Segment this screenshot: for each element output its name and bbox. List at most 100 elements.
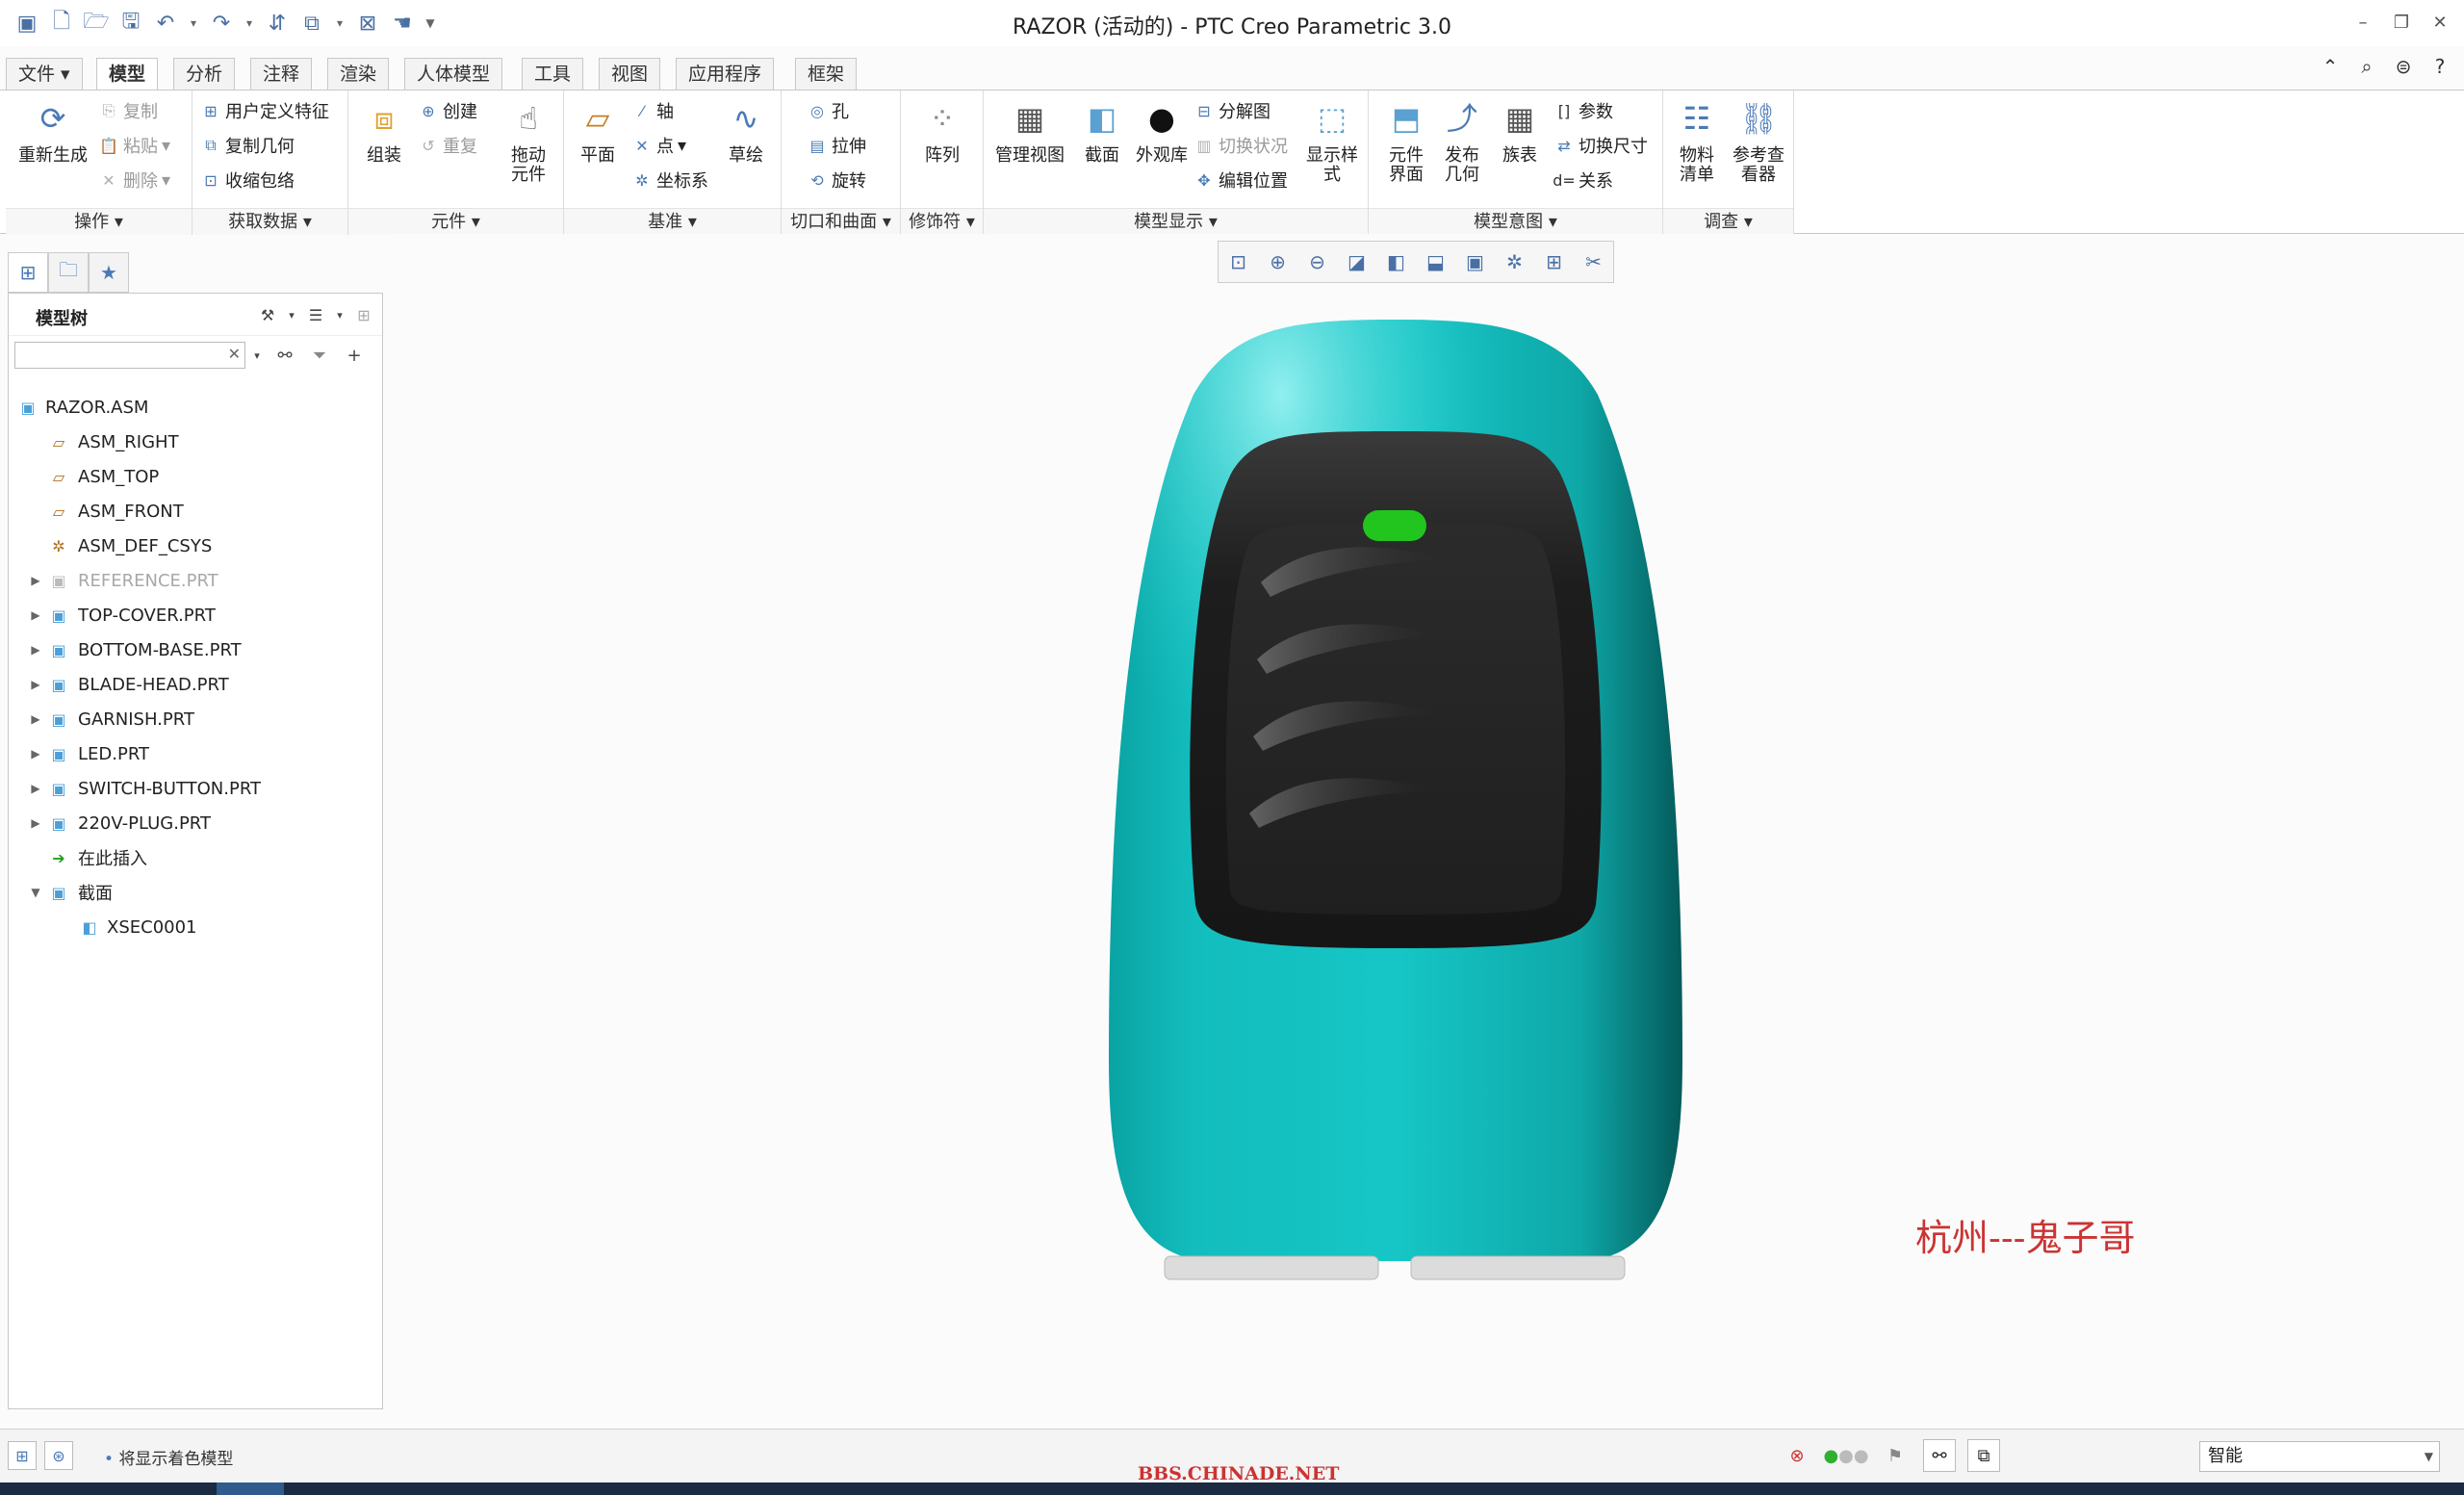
annotation-display-icon[interactable]: ✂ bbox=[1574, 242, 1613, 282]
show-icon[interactable]: ☰ bbox=[303, 301, 328, 328]
group-label-modifiers[interactable]: 修饰符 ▾ bbox=[901, 208, 983, 235]
tab-framework[interactable]: 框架 bbox=[795, 58, 858, 90]
group-label-investigate[interactable]: 调查 ▾ bbox=[1663, 208, 1793, 235]
tree-node-asm[interactable]: ▣ RAZOR.ASM bbox=[9, 390, 382, 425]
reference-viewer-button[interactable]: ⛓ 参考查看器 bbox=[1725, 96, 1792, 185]
axis-button[interactable]: ⁄ 轴 bbox=[631, 98, 674, 123]
relations-button[interactable]: d= 关系 bbox=[1553, 168, 1613, 193]
revolve-button[interactable]: ⟲ 旋转 bbox=[807, 168, 866, 193]
group-label-operations[interactable]: 操作 ▾ bbox=[6, 208, 192, 235]
drag-components-button[interactable]: ☝ 拖动元件 bbox=[495, 96, 562, 185]
show-dropdown-icon[interactable]: ▾ bbox=[334, 301, 346, 328]
extrude-button[interactable]: ▤ 拉伸 bbox=[807, 133, 866, 158]
appearance-gallery-button[interactable]: ● 外观库 bbox=[1128, 96, 1195, 166]
paste-button[interactable]: 📋 粘贴 ▾ bbox=[98, 133, 170, 158]
udf-button[interactable]: ⊞ 用户定义特征 bbox=[200, 98, 329, 123]
tree-node-part[interactable]: ▶ ▣ GARNISH.PRT bbox=[9, 702, 382, 736]
copy-geometry-button[interactable]: ⧉ 复制几何 bbox=[200, 133, 295, 158]
tree-settings-icon[interactable]: ⚒ bbox=[255, 301, 280, 328]
collapse-ribbon-icon[interactable]: ⌃ bbox=[2316, 52, 2345, 81]
tree-node-insert-here[interactable]: ➔ 在此插入 bbox=[9, 840, 382, 875]
point-button[interactable]: ✕ 点 ▾ bbox=[631, 133, 686, 158]
expand-icon[interactable]: ▶ bbox=[28, 712, 43, 726]
tab-analysis[interactable]: 分析 bbox=[173, 58, 236, 90]
tree-node-datum-plane[interactable]: ▱ ASM_TOP bbox=[9, 459, 382, 494]
group-label-model-display[interactable]: 模型显示 ▾ bbox=[984, 208, 1368, 235]
saved-orientations-icon[interactable]: ⬓ bbox=[1416, 242, 1455, 282]
select-window-icon[interactable]: ⧉ bbox=[1967, 1439, 2000, 1472]
favorites-tab-icon[interactable]: ★ bbox=[89, 252, 129, 293]
toggle-status-button[interactable]: ▥ 切换状况 bbox=[1194, 133, 1288, 158]
hole-button[interactable]: ◎ 孔 bbox=[807, 98, 849, 123]
razor-3d-model[interactable] bbox=[1088, 308, 1704, 1319]
expand-icon[interactable]: ▶ bbox=[28, 678, 43, 691]
tree-node-xsec[interactable]: ◧ XSEC0001 bbox=[9, 910, 382, 944]
pattern-button[interactable]: ⁘ 阵列 bbox=[909, 96, 976, 166]
tree-node-datum-plane[interactable]: ▱ ASM_FRONT bbox=[9, 494, 382, 528]
expand-icon[interactable]: ▶ bbox=[28, 747, 43, 760]
tab-manikin[interactable]: 人体模型 bbox=[404, 58, 503, 90]
collapse-icon[interactable]: ▼ bbox=[28, 886, 43, 899]
delete-button[interactable]: ✕ 删除 ▾ bbox=[98, 168, 170, 193]
tree-node-part[interactable]: ▶ ▣ BOTTOM-BASE.PRT bbox=[9, 632, 382, 667]
find-icon[interactable]: ⚯ bbox=[1923, 1439, 1956, 1472]
minimize-icon[interactable]: – bbox=[2348, 8, 2377, 37]
assemble-button[interactable]: ⧈ 组装 bbox=[350, 96, 418, 166]
expand-icon[interactable]: ▶ bbox=[28, 574, 43, 587]
tree-node-part[interactable]: ▶ ▣ LED.PRT bbox=[9, 736, 382, 771]
manage-views-button[interactable]: ▦ 管理视图 bbox=[989, 96, 1070, 166]
taskbar-active-item[interactable] bbox=[217, 1482, 284, 1495]
group-label-get-data[interactable]: 获取数据 ▾ bbox=[192, 208, 347, 235]
edit-position-button[interactable]: ✥ 编辑位置 bbox=[1194, 168, 1288, 193]
toggle-navigator-icon[interactable]: ⊞ bbox=[8, 1441, 37, 1470]
tree-node-part[interactable]: ▶ ▣ 220V-PLUG.PRT bbox=[9, 806, 382, 840]
expand-icon[interactable]: ▶ bbox=[28, 608, 43, 622]
tree-node-csys[interactable]: ✲ ASM_DEF_CSYS bbox=[9, 528, 382, 563]
search-dropdown-icon[interactable]: ▾ bbox=[251, 342, 263, 369]
tab-render[interactable]: 渲染 bbox=[327, 58, 390, 90]
restore-icon[interactable]: ❐ bbox=[2387, 8, 2416, 37]
shrinkwrap-button[interactable]: ⊡ 收缩包络 bbox=[200, 168, 295, 193]
create-component-button[interactable]: ⊕ 创建 bbox=[418, 98, 477, 123]
tab-model[interactable]: 模型 bbox=[96, 58, 159, 91]
view-manager-icon[interactable]: ▣ bbox=[1455, 242, 1495, 282]
tab-tools[interactable]: 工具 bbox=[522, 58, 584, 90]
tree-node-part[interactable]: ▶ ▣ TOP-COVER.PRT bbox=[9, 598, 382, 632]
exploded-view-button[interactable]: ⊟ 分解图 bbox=[1194, 98, 1270, 123]
switch-dimensions-button[interactable]: ⇄ 切换尺寸 bbox=[1553, 133, 1648, 158]
tree-node-datum-plane[interactable]: ▱ ASM_RIGHT bbox=[9, 425, 382, 459]
parameters-button[interactable]: [] 参数 bbox=[1553, 98, 1613, 123]
family-table-button[interactable]: ▦ 族表 bbox=[1486, 96, 1553, 166]
tab-annotate[interactable]: 注释 bbox=[250, 58, 313, 90]
zoom-out-icon[interactable]: ⊖ bbox=[1297, 242, 1337, 282]
datum-display-icon[interactable]: ✲ bbox=[1495, 242, 1534, 282]
folder-browser-tab-icon[interactable]: 🗀 bbox=[48, 252, 89, 293]
tab-applications[interactable]: 应用程序 bbox=[676, 58, 775, 90]
tree-search-input[interactable]: ✕ bbox=[14, 342, 245, 369]
close-icon[interactable]: ✕ bbox=[2426, 8, 2454, 37]
tab-file[interactable]: 文件 ▾ bbox=[6, 58, 83, 90]
expand-icon[interactable]: ▶ bbox=[28, 816, 43, 830]
tree-node-part[interactable]: ▶ ▣ SWITCH-BUTTON.PRT bbox=[9, 771, 382, 806]
expand-icon[interactable]: ▶ bbox=[28, 782, 43, 795]
display-style-button[interactable]: ⬚ 显示样式 bbox=[1297, 96, 1367, 185]
sketch-button[interactable]: ∿ 草绘 bbox=[712, 96, 780, 166]
tab-view[interactable]: 视图 bbox=[599, 58, 661, 90]
plane-button[interactable]: ▱ 平面 bbox=[564, 96, 631, 166]
refit-icon[interactable]: ⊡ bbox=[1219, 242, 1258, 282]
tree-filters-icon[interactable]: ⊞ bbox=[351, 301, 376, 328]
tree-node-part[interactable]: ▶ ▣ REFERENCE.PRT bbox=[9, 563, 382, 598]
spin-center-icon[interactable]: ⊞ bbox=[1534, 242, 1574, 282]
group-label-datum[interactable]: 基准 ▾ bbox=[564, 208, 781, 235]
clear-search-icon[interactable]: ✕ bbox=[228, 345, 241, 363]
search-icon[interactable]: ⌕ bbox=[2352, 52, 2381, 81]
group-label-cut-surface[interactable]: 切口和曲面 ▾ bbox=[782, 208, 900, 235]
regen-status-icon[interactable]: ⊗ bbox=[1781, 1439, 1813, 1472]
add-icon[interactable]: + bbox=[342, 342, 367, 369]
repaint-icon[interactable]: ◪ bbox=[1337, 242, 1376, 282]
model-tree-tab-icon[interactable]: ⊞ bbox=[8, 252, 48, 293]
repeat-button[interactable]: ↺ 重复 bbox=[418, 133, 477, 158]
settings-dropdown-icon[interactable]: ▾ bbox=[286, 301, 297, 328]
csys-button[interactable]: ✲ 坐标系 bbox=[631, 168, 708, 193]
flag-icon[interactable]: ⚑ bbox=[1879, 1439, 1912, 1472]
